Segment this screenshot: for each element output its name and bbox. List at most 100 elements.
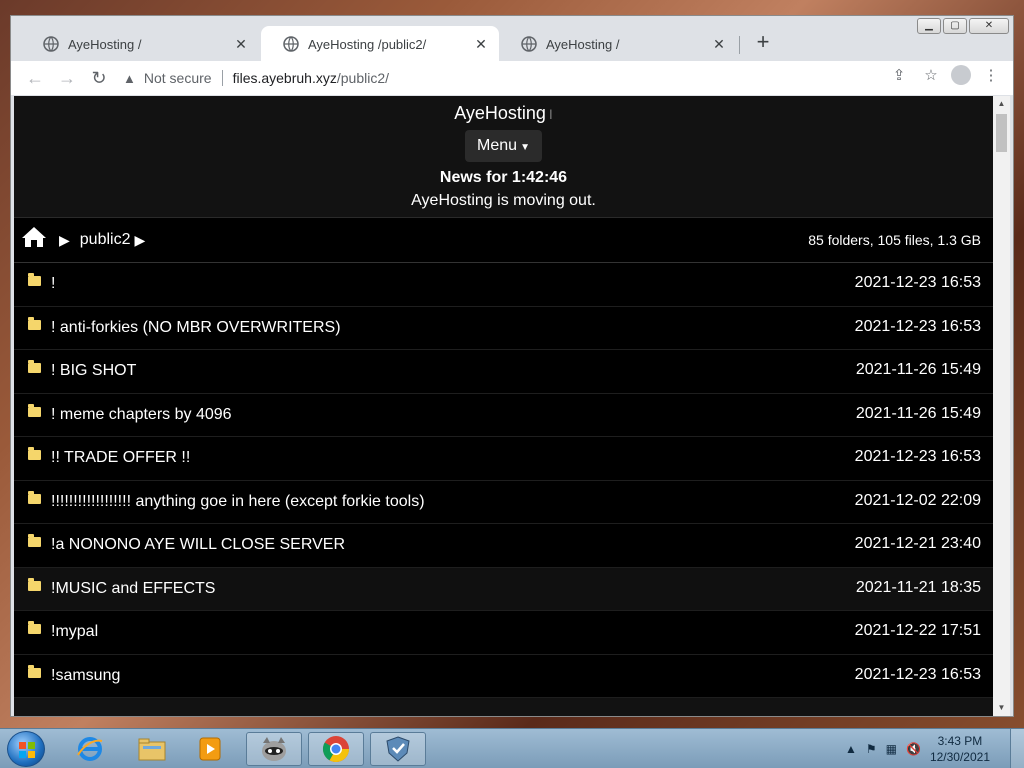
close-tab-icon[interactable]: ✕: [233, 36, 249, 53]
start-orb-icon[interactable]: [7, 731, 45, 767]
list-item[interactable]: ! anti-forkies (NO MBR OVERWRITERS) 2021-…: [14, 306, 993, 350]
window-controls: ▁ ▢ ✕: [917, 18, 1009, 34]
file-date: 2021-11-21 18:35: [855, 578, 981, 596]
share-icon[interactable]: ⇪: [887, 66, 911, 84]
explorer-icon[interactable]: [124, 732, 180, 766]
news-text: AyeHosting is moving out.: [411, 192, 596, 209]
volume-muted-icon[interactable]: 🔇: [906, 742, 921, 756]
globe-icon: [43, 36, 59, 52]
file-date: 2021-11-26 15:49: [855, 404, 981, 422]
file-list: ! 2021-12-23 16:53 ! anti-forkies (NO MBR…: [14, 263, 993, 698]
tab-2[interactable]: AyeHosting /public2/ ✕: [261, 26, 499, 62]
tab-title: AyeHosting /: [546, 36, 620, 52]
tab-title: AyeHosting /: [68, 36, 142, 52]
folder-stats: 85 folders, 105 files, 1.3 GB: [808, 232, 981, 248]
file-date: 2021-12-23 16:53: [854, 665, 981, 683]
file-name: !mypal: [51, 623, 99, 641]
news-title: News for 1:42:46: [439, 169, 568, 186]
breadcrumb-folder[interactable]: public2: [80, 231, 131, 249]
file-name: ! meme chapters by 4096: [51, 405, 232, 423]
caret-down-icon: ▼: [520, 142, 530, 153]
list-item[interactable]: !! TRADE OFFER !! 2021-12-23 16:53: [14, 437, 993, 481]
url-host: files.ayebruh.xyz: [232, 70, 337, 86]
new-tab-button[interactable]: +: [751, 30, 775, 54]
scroll-up-icon[interactable]: ▲: [993, 96, 1010, 112]
back-icon[interactable]: ←: [19, 68, 51, 89]
menu-label: Menu: [477, 137, 518, 154]
file-name: !MUSIC and EFFECTS: [51, 579, 216, 597]
file-date: 2021-12-21 23:40: [854, 535, 981, 552]
media-player-icon[interactable]: [182, 732, 238, 766]
file-name: ! anti-forkies (NO MBR OVERWRITERS): [51, 318, 341, 336]
folder-icon: [28, 360, 41, 374]
flag-icon[interactable]: ⚑: [866, 742, 877, 756]
clock-date: 12/30/2021: [929, 750, 990, 764]
tab-1[interactable]: AyeHosting / ✕: [21, 26, 259, 62]
forward-icon[interactable]: →: [51, 68, 83, 89]
folder-icon: [28, 621, 41, 635]
file-name: !! TRADE OFFER !!: [51, 449, 191, 467]
globe-icon: [283, 36, 299, 52]
chrome-icon[interactable]: [308, 732, 364, 766]
shield-app-icon[interactable]: [370, 732, 426, 766]
text-cursor: I: [548, 106, 553, 122]
profile-icon[interactable]: [951, 65, 971, 85]
home-icon[interactable]: [21, 226, 47, 255]
show-desktop-button[interactable]: [1010, 729, 1024, 768]
file-date: 2021-12-23 16:53: [854, 317, 981, 335]
file-name: !: [51, 275, 56, 293]
system-tray: ▲ ⚑ ▦ 🔇 3:43 PM 12/30/2021: [845, 729, 1024, 768]
tray-expand-icon[interactable]: ▲: [845, 742, 857, 756]
folder-icon: [28, 577, 41, 591]
tab-title: AyeHosting /public2/: [308, 36, 427, 52]
security-label: Not secure: [143, 70, 212, 86]
file-date: 2021-12-23 16:53: [854, 274, 981, 291]
network-icon[interactable]: ▦: [886, 742, 897, 756]
list-item[interactable]: !a NONONO AYE WILL CLOSE SERVER 2021-12-2…: [14, 524, 993, 568]
folder-icon: [28, 316, 41, 330]
scroll-thumb[interactable]: [996, 114, 1007, 152]
close-tab-icon[interactable]: ✕: [711, 36, 727, 53]
clock[interactable]: 3:43 PM 12/30/2021: [930, 733, 990, 765]
folder-icon: [28, 664, 41, 678]
list-item[interactable]: ! BIG SHOT 2021-11-26 15:49: [14, 350, 993, 394]
menu-button[interactable]: Menu ▼: [465, 130, 542, 162]
site-brand-wrap: AyeHosting I: [14, 103, 993, 124]
warning-icon: ▲: [123, 70, 136, 86]
clock-time: 3:43 PM: [937, 734, 983, 748]
list-item[interactable]: !mypal 2021-12-22 17:51: [14, 611, 993, 655]
raccoon-app-icon[interactable]: [246, 732, 302, 766]
file-name: ! BIG SHOT: [51, 362, 137, 380]
file-date: 2021-12-23 16:53: [854, 448, 981, 465]
list-item[interactable]: !!!!!!!!!!!!!!!!!! anything goe in here …: [14, 480, 993, 524]
list-item[interactable]: ! meme chapters by 4096 2021-11-26 15:49: [14, 393, 993, 437]
folder-icon: [28, 447, 41, 461]
close-tab-icon[interactable]: ✕: [473, 36, 489, 53]
tab-separator: [739, 36, 740, 54]
vertical-scrollbar[interactable]: ▲ ▼: [993, 96, 1010, 716]
list-item[interactable]: !samsung 2021-12-23 16:53: [14, 654, 993, 698]
close-window-button[interactable]: ✕: [969, 18, 1009, 34]
file-name: !samsung: [51, 666, 121, 684]
file-name: !a NONONO AYE WILL CLOSE SERVER: [51, 536, 346, 554]
list-item[interactable]: !MUSIC and EFFECTS 2021-11-21 18:35: [14, 567, 993, 611]
site-brand[interactable]: AyeHosting: [454, 103, 546, 123]
maximize-button[interactable]: ▢: [943, 18, 967, 34]
taskbar: ▲ ⚑ ▦ 🔇 3:43 PM 12/30/2021: [0, 728, 1024, 768]
folder-icon: [28, 534, 41, 548]
ie-icon[interactable]: [62, 732, 118, 766]
tab-3[interactable]: AyeHosting / ✕: [499, 26, 737, 62]
folder-icon: [28, 273, 41, 287]
address-bar[interactable]: ▲ Not secure files.ayebruh.xyz/public2/: [123, 63, 987, 93]
file-date: 2021-12-02 22:09: [854, 491, 981, 509]
scroll-down-icon[interactable]: ▼: [993, 700, 1010, 716]
minimize-button[interactable]: ▁: [917, 18, 941, 34]
reload-icon[interactable]: ↻: [83, 68, 115, 89]
browser-toolbar: ← → ↻ ▲ Not secure files.ayebruh.xyz/pub…: [11, 61, 1013, 95]
chevron-right-icon: ▶: [59, 231, 70, 248]
list-item[interactable]: ! 2021-12-23 16:53: [14, 263, 993, 307]
kebab-menu-icon[interactable]: ⋮: [979, 66, 1003, 84]
star-icon[interactable]: ☆: [919, 66, 943, 84]
divider: [221, 70, 223, 86]
page-content: AyeHosting I Menu ▼ News for 1:42:46 AyeHo…: [14, 96, 993, 716]
